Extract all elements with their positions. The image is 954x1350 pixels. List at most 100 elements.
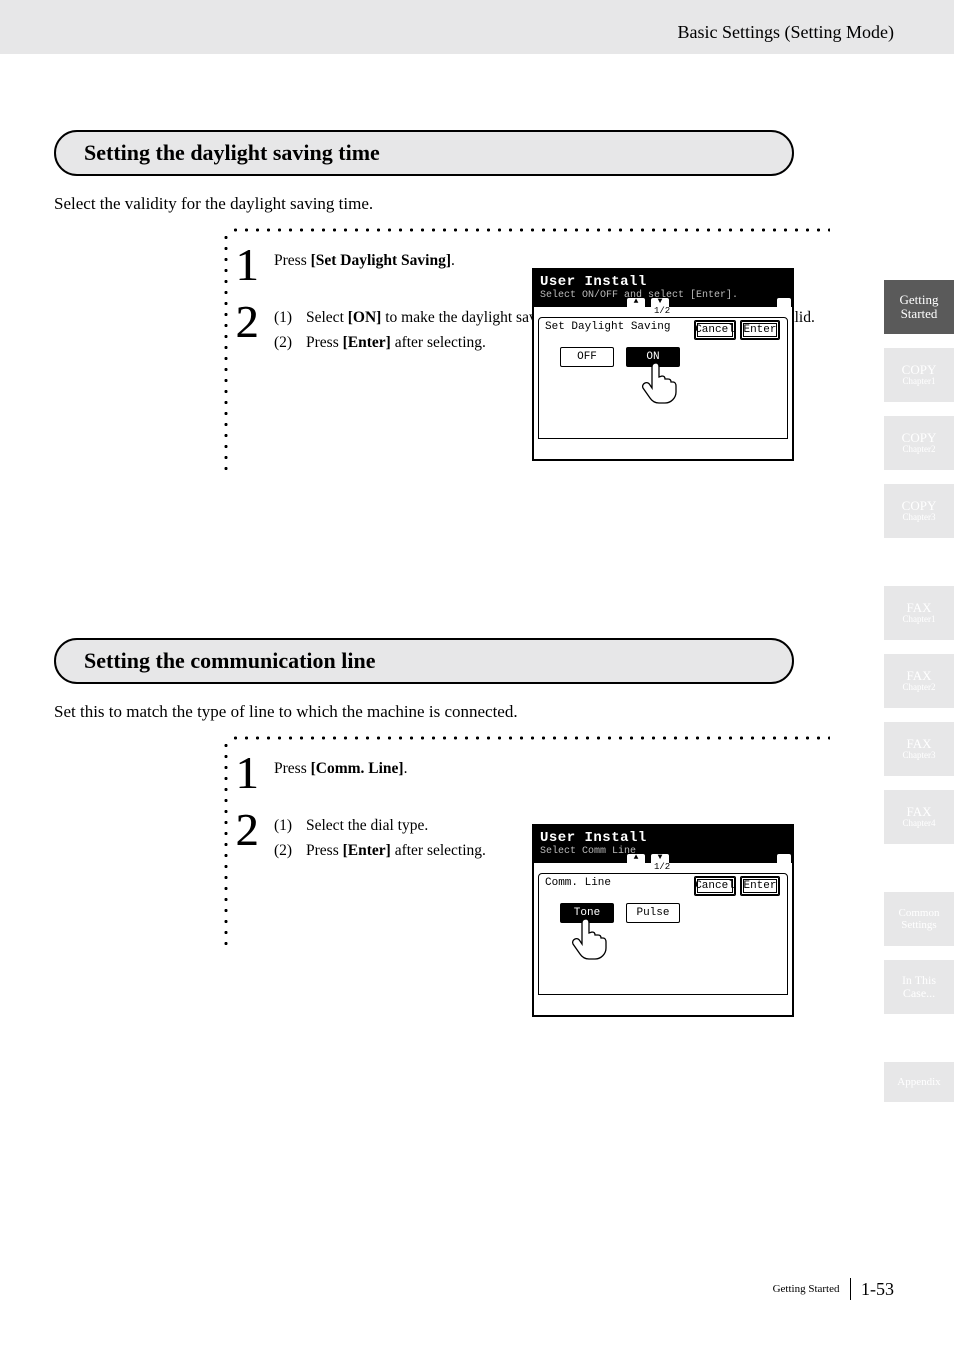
page-footer: Getting Started 1-53 — [773, 1278, 894, 1300]
t: FAX — [884, 601, 954, 615]
step-2b-text: Press [Enter] after selecting. — [306, 332, 486, 354]
dots-horizontal — [230, 228, 830, 232]
t: Started — [884, 307, 954, 321]
t: Case... — [884, 987, 954, 1000]
step-number-1b: 1 — [230, 752, 264, 793]
t: Chapter1 — [884, 615, 954, 625]
heading-daylight: Setting the daylight saving time — [54, 130, 794, 176]
tab-in-this-case[interactable]: In ThisCase... — [884, 960, 954, 1014]
t: after selecting. — [391, 842, 486, 859]
screenshot-daylight: User Install Select ON/OFF and select [E… — [532, 268, 794, 461]
enter-button-2[interactable]: Enter — [740, 876, 780, 896]
tab-appendix[interactable]: Appendix — [884, 1062, 954, 1102]
section-daylight: Setting the daylight saving time Select … — [54, 130, 794, 372]
t: [ON] — [348, 309, 382, 326]
shot-tab-prev[interactable]: ▲ — [626, 297, 646, 307]
dots-vertical — [224, 232, 228, 472]
footer-divider — [850, 1278, 852, 1300]
t: Chapter1 — [884, 377, 954, 387]
step-number-2: 2 — [230, 301, 264, 356]
t: COPY — [884, 431, 954, 445]
t: (2) — [274, 840, 302, 862]
tab-copy-2[interactable]: COPYChapter2 — [884, 416, 954, 470]
t: FAX — [884, 737, 954, 751]
step-1-bold: [Set Daylight Saving] — [311, 252, 451, 269]
dots-vertical-2 — [224, 740, 228, 950]
tab-getting-started[interactable]: Getting Started — [884, 280, 954, 334]
t: Select — [306, 309, 348, 326]
t: [Enter] — [343, 334, 391, 351]
t: Press [Enter] after selecting. — [306, 840, 486, 862]
t: Press — [306, 842, 343, 859]
tab-fax-4[interactable]: FAXChapter4 — [884, 790, 954, 844]
step-1b: 1 Press [Comm. Line]. — [230, 752, 830, 793]
footer-page: 1-53 — [861, 1279, 894, 1300]
shot2-scroll-top[interactable] — [776, 853, 792, 863]
t: COPY — [884, 499, 954, 513]
shot2-tab-prev[interactable]: ▲ — [626, 853, 646, 863]
t: Select the dial type. — [306, 815, 428, 837]
cancel-button-2[interactable]: Cancel — [694, 876, 736, 896]
t: Chapter3 — [884, 513, 954, 523]
heading-commline-text: Setting the communication line — [84, 648, 376, 673]
t: Chapter2 — [884, 445, 954, 455]
shot2-page: 1/2 — [654, 862, 670, 872]
t: Getting — [884, 293, 954, 307]
page-header: Basic Settings (Setting Mode) — [0, 0, 954, 54]
t: [Comm. Line] — [311, 760, 404, 777]
side-tabs: Getting Started COPYChapter1 COPYChapter… — [884, 280, 954, 1116]
section-name: Basic Settings (Setting Mode) — [678, 22, 894, 43]
off-button[interactable]: OFF — [560, 347, 614, 367]
shot-scroll-top[interactable] — [776, 297, 792, 307]
page: Basic Settings (Setting Mode) Setting th… — [0, 0, 954, 1350]
intro-commline: Set this to match the type of line to wh… — [54, 702, 794, 722]
step-number-2b: 2 — [230, 809, 264, 864]
shot-page: 1/2 — [654, 306, 670, 316]
t: Press — [274, 760, 311, 777]
shot-frame-label: Set Daylight Saving — [545, 321, 670, 333]
t: Chapter3 — [884, 751, 954, 761]
tab-fax-1[interactable]: FAXChapter1 — [884, 586, 954, 640]
pulse-button[interactable]: Pulse — [626, 903, 680, 923]
t: FAX — [884, 669, 954, 683]
t: . — [404, 760, 408, 777]
heading-daylight-text: Setting the daylight saving time — [84, 140, 380, 165]
t: Settings — [884, 919, 954, 931]
intro-daylight: Select the validity for the daylight sav… — [54, 194, 794, 214]
shot2-frame-label: Comm. Line — [545, 877, 611, 889]
tab-fax-2[interactable]: FAXChapter2 — [884, 654, 954, 708]
shot2-title: User Install — [540, 830, 786, 846]
shot2-body: ▲ ▼ Comm. Line 1/2 Cancel Enter Tone Pul… — [534, 863, 792, 1015]
tab-common-settings[interactable]: CommonSettings — [884, 892, 954, 946]
footer-label: Getting Started — [773, 1283, 840, 1295]
tab-spacer-2 — [884, 858, 954, 892]
t: Press — [306, 334, 343, 351]
t: (1) — [274, 815, 302, 837]
step-1-suffix: . — [451, 252, 455, 269]
t: Chapter4 — [884, 819, 954, 829]
heading-commline: Setting the communication line — [54, 638, 794, 684]
cancel-button[interactable]: Cancel — [694, 320, 736, 340]
step-2b-num: (2) — [274, 332, 302, 354]
step-number-1: 1 — [230, 244, 264, 285]
tab-copy-3[interactable]: COPYChapter3 — [884, 484, 954, 538]
screenshot-commline: User Install Select Comm Line ▲ ▼ Comm. … — [532, 824, 794, 1017]
tab-spacer — [884, 552, 954, 586]
step-1b-body: Press [Comm. Line]. — [274, 752, 830, 793]
shot-body: ▲ ▼ Set Daylight Saving 1/2 Cancel Enter… — [534, 307, 792, 459]
dots-horizontal-2 — [230, 736, 830, 740]
enter-button[interactable]: Enter — [740, 320, 780, 340]
t: [Enter] — [343, 842, 391, 859]
section-commline: Setting the communication line Set this … — [54, 638, 794, 880]
tab-copy-1[interactable]: COPYChapter1 — [884, 348, 954, 402]
tab-fax-3[interactable]: FAXChapter3 — [884, 722, 954, 776]
t: Chapter2 — [884, 683, 954, 693]
shot-title: User Install — [540, 274, 786, 290]
hand-icon — [638, 361, 678, 405]
step-2a-num: (1) — [274, 307, 302, 329]
t: Common — [884, 907, 954, 919]
t: after selecting. — [391, 334, 486, 351]
tab-spacer-3 — [884, 1028, 954, 1062]
step-1-prefix: Press — [274, 252, 311, 269]
t: FAX — [884, 805, 954, 819]
